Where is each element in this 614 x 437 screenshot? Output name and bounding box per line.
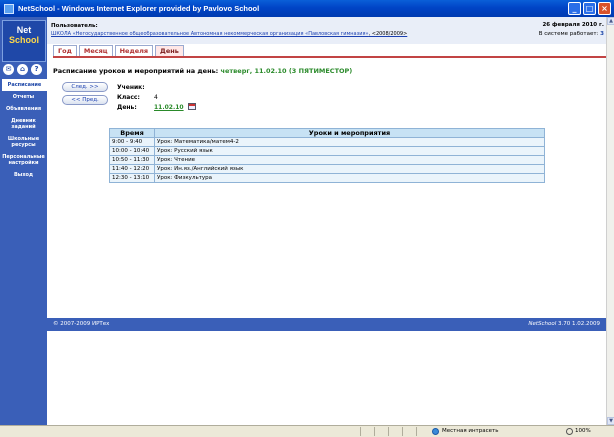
row-time: 10:00 - 10:40 (109, 146, 155, 156)
page-footer: © 2007-2009 ИРТех NetSchool 3.70 1.02.20… (47, 318, 606, 331)
calendar-icon[interactable] (187, 103, 196, 110)
minimize-button[interactable]: _ (568, 2, 581, 15)
online-count: 3 (600, 31, 604, 37)
status-bar: Местная интрасеть 100% (0, 425, 614, 437)
table-row: 10:00 - 10:40 Урок: Русский язык (109, 146, 545, 156)
class-value: 4 (154, 94, 158, 101)
student-info: Ученик: Класс: 4 День: 11.02.10 (117, 83, 196, 113)
sidebar-item-announcements[interactable]: Объявления (0, 103, 47, 115)
day-label: День: (117, 104, 137, 111)
sidebar-item-assignments[interactable]: Дневник заданий (0, 115, 47, 133)
row-time: 10:50 - 11:30 (109, 155, 155, 165)
sidebar-nav: Расписание Отчеты Объявления Дневник зад… (0, 79, 47, 181)
window-title: NetSchool - Windows Internet Explorer pr… (18, 4, 260, 13)
status-separators (360, 427, 417, 436)
school-year: , <2008/2009> (368, 31, 408, 37)
heading-text: Расписание уроков и мероприятий на день: (53, 67, 219, 75)
table-row: 11:40 - 12:20 Урок: Ин.яз./Английский яз… (109, 164, 545, 174)
sidebar-item-schedule[interactable]: Расписание (2, 79, 47, 91)
row-lesson: Урок: Математика/матем4-2 (154, 137, 545, 147)
security-zone[interactable]: Местная интрасеть (432, 426, 498, 437)
help-icon[interactable]: ? (31, 64, 42, 75)
scroll-up-icon[interactable]: ▲ (607, 17, 614, 25)
online-users: В системе работает: 3 (539, 31, 604, 37)
close-button[interactable]: × (598, 2, 611, 15)
ie-app-icon (4, 3, 14, 14)
zoom-icon (566, 428, 573, 435)
row-lesson: Урок: Физкультура (154, 173, 545, 183)
student-label: Ученик: (117, 84, 145, 91)
header-time: Время (109, 128, 155, 138)
row-time: 9:00 - 9:40 (109, 137, 155, 147)
scroll-down-icon[interactable]: ▼ (607, 417, 614, 425)
tab-day[interactable]: День (155, 45, 184, 56)
day-info: четверг, 11.02.10 (3 ПЯТИМЕСТОР) (220, 67, 353, 75)
footer-version: NetSchool 3.70 1.02.2009 (528, 318, 600, 331)
current-date: 26 февраля 2010 г. (542, 22, 604, 28)
row-lesson: Урок: Ин.яз./Английский язык (154, 164, 545, 174)
page-title: Расписание уроков и мероприятий на день:… (53, 67, 352, 75)
mail-icon[interactable]: ✉ (3, 64, 14, 75)
window-titlebar: NetSchool - Windows Internet Explorer pr… (0, 0, 614, 17)
tab-week[interactable]: Неделя (114, 45, 154, 56)
row-time: 11:40 - 12:20 (109, 164, 155, 174)
period-tabs: Год Месяц Неделя День (53, 45, 184, 56)
table-row: 10:50 - 11:30 Урок: Чтение (109, 155, 545, 165)
zoom-level: 100% (575, 428, 591, 434)
next-day-button[interactable]: След. >> (62, 82, 108, 92)
row-lesson: Урок: Русский язык (154, 146, 545, 156)
tab-month[interactable]: Месяц (78, 45, 113, 56)
day-date-link[interactable]: 11.02.10 (154, 103, 184, 113)
sidebar-item-logout[interactable]: Выход (0, 169, 47, 181)
sidebar-icons: ✉ ⌂ ? (3, 64, 42, 75)
logo-line-2: School (8, 35, 39, 45)
home-icon[interactable]: ⌂ (17, 64, 28, 75)
class-label: Класс: (117, 94, 140, 101)
footer-copyright: © 2007-2009 ИРТех (53, 321, 110, 327)
zone-label: Местная интрасеть (442, 428, 499, 434)
page-header: Пользователь: ШКОЛА «Негосударственное о… (47, 17, 614, 44)
logo-line-1: Net (16, 25, 32, 35)
row-time: 12:30 - 13:10 (109, 173, 155, 183)
globe-icon (432, 428, 439, 435)
netschool-logo[interactable]: Net School (2, 20, 46, 62)
maximize-button[interactable]: □ (583, 2, 596, 15)
online-label: В системе работает: (538, 31, 599, 37)
vertical-scrollbar[interactable]: ▲ ▼ (606, 17, 614, 425)
row-lesson: Урок: Чтение (154, 155, 545, 165)
sidebar-item-resources[interactable]: Школьные ресурсы (0, 133, 47, 151)
schedule-table: Время Уроки и мероприятия 9:00 - 9:40 Ур… (109, 128, 545, 183)
school-link[interactable]: ШКОЛА «Негосударственное общеобразовател… (51, 31, 407, 37)
school-name[interactable]: ШКОЛА «Негосударственное общеобразовател… (51, 31, 369, 37)
zoom-control[interactable]: 100% (566, 426, 591, 437)
user-label: Пользователь: (51, 23, 98, 29)
prev-day-button[interactable]: << Пред. (62, 95, 108, 105)
window-controls: _ □ × (568, 2, 611, 15)
table-row: 12:30 - 13:10 Урок: Физкультура (109, 173, 545, 183)
sidebar-item-settings[interactable]: Персональные настройки (0, 151, 47, 169)
header-lessons: Уроки и мероприятия (154, 128, 545, 138)
sidebar: Net School ✉ ⌂ ? Расписание Отчеты Объяв… (0, 17, 47, 425)
table-row: 9:00 - 9:40 Урок: Математика/матем4-2 (109, 137, 545, 147)
sidebar-item-reports[interactable]: Отчеты (0, 91, 47, 103)
tab-year[interactable]: Год (53, 45, 77, 56)
footer-product: NetSchool (528, 321, 557, 327)
tab-underline (53, 56, 606, 58)
footer-version-number: 3.70 1.02.2009 (558, 321, 600, 327)
